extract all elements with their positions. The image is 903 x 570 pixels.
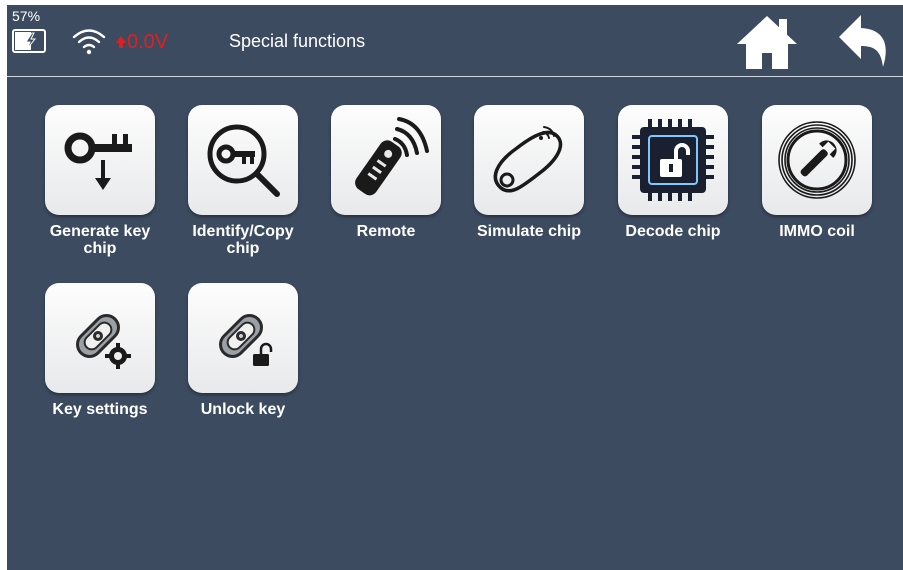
tile-icon-box	[474, 105, 584, 215]
tile-icon-box	[188, 105, 298, 215]
function-label: IMMO coil	[779, 223, 855, 240]
function-label: Key settings	[52, 401, 148, 418]
battery-percent: 57%	[12, 8, 41, 24]
wifi-icon	[72, 29, 106, 55]
function-simulate-chip[interactable]: Simulate chip	[467, 105, 591, 240]
car-key-lock-icon	[219, 314, 273, 366]
voltage-readout: 0.0V	[115, 31, 168, 54]
chip-unlock-icon	[632, 119, 714, 201]
chip-transponder-icon	[493, 126, 563, 193]
tile-icon-box	[618, 105, 728, 215]
function-label: Remote	[356, 223, 416, 240]
back-arrow-icon[interactable]	[837, 13, 891, 69]
remote-signal-icon	[355, 117, 429, 196]
function-immo-coil[interactable]: IMMO coil	[755, 105, 879, 240]
key-search-icon	[207, 124, 280, 197]
status-bar: 57% 0.0V Special functions	[7, 5, 903, 77]
tile-icon-box	[188, 283, 298, 393]
tile-icon-box	[45, 283, 155, 393]
function-key-settings[interactable]: Key settings	[38, 283, 162, 418]
page-title: Special functions	[229, 31, 366, 51]
function-decode-chip[interactable]: Decode chip	[611, 105, 735, 240]
function-identify-copy-chip[interactable]: Identify/Copy chip	[181, 105, 305, 257]
car-key-gear-icon	[76, 314, 131, 369]
home-icon[interactable]	[735, 13, 799, 71]
function-label: Generate key chip	[49, 223, 151, 257]
coil-wrench-icon	[778, 121, 856, 199]
function-label: Simulate chip	[476, 223, 582, 240]
car-battery-icon	[116, 36, 126, 48]
battery-charging-icon	[12, 29, 46, 53]
function-label: Decode chip	[625, 223, 721, 240]
tile-icon-box	[45, 105, 155, 215]
function-label: Unlock key	[200, 401, 286, 418]
key-download-icon	[64, 132, 132, 190]
voltage-value: 0.0V	[127, 31, 169, 53]
tile-icon-box	[331, 105, 441, 215]
screen: 57% 0.0V Special functions Generate key …	[7, 5, 903, 570]
function-unlock-key[interactable]: Unlock key	[181, 283, 305, 418]
function-label: Identify/Copy chip	[192, 223, 294, 257]
tile-icon-box	[762, 105, 872, 215]
function-generate-key-chip[interactable]: Generate key chip	[38, 105, 162, 257]
function-remote[interactable]: Remote	[324, 105, 448, 240]
